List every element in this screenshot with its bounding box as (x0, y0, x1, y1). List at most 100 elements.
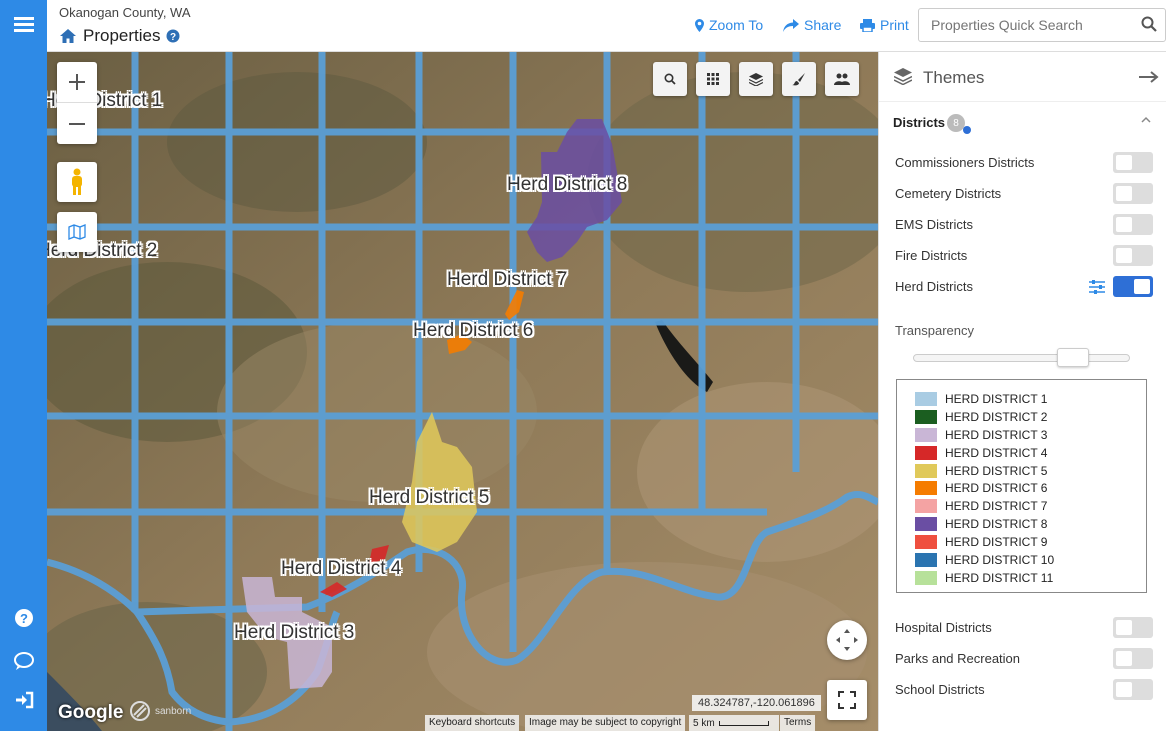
legend-label: HERD DISTRICT 8 (945, 517, 1048, 532)
sanborn-text: sanborn (155, 705, 192, 717)
street-view-pegman-button[interactable] (57, 162, 97, 202)
layer-label: Hospital Districts (895, 620, 992, 635)
legend-swatch (915, 463, 937, 478)
satellite-imagery (47, 52, 878, 731)
hamburger-menu-icon[interactable] (0, 5, 47, 43)
themes-title: Themes (923, 68, 985, 87)
zoom-out-button[interactable] (57, 103, 97, 144)
pan-control[interactable] (827, 620, 867, 660)
layer-row-commissioners-districts: Commissioners Districts (895, 152, 1157, 174)
herd-districts-legend: HERD DISTRICT 1 HERD DISTRICT 2 HERD DISTR… (896, 379, 1147, 593)
themes-header: Themes (879, 52, 1166, 102)
draw-button[interactable] (782, 62, 816, 96)
chat-icon[interactable] (0, 642, 47, 680)
active-indicator-dot (963, 126, 971, 134)
layer-toggle[interactable] (1113, 183, 1153, 204)
legend-item: HERD DISTRICT 7 (915, 497, 1146, 515)
legend-swatch (915, 445, 937, 460)
layer-toggle[interactable] (1113, 276, 1153, 297)
legend-label: HERD DISTRICT 5 (945, 463, 1048, 478)
legend-label: HERD DISTRICT 7 (945, 499, 1048, 514)
county-name: Okanogan County, WA (59, 5, 191, 20)
zoom-to-label: Zoom To (709, 17, 764, 33)
help-circle-icon[interactable]: ? (166, 29, 180, 43)
legend-item: HERD DISTRICT 9 (915, 533, 1146, 551)
terms-link[interactable]: Terms (780, 715, 816, 731)
chevron-up-icon[interactable] (1141, 116, 1151, 123)
grid-tools-button[interactable] (696, 62, 730, 96)
share-label: Share (804, 17, 842, 33)
layer-label: Fire Districts (895, 248, 968, 263)
district-6-label: Herd District 6 (413, 320, 534, 341)
transparency-slider-track[interactable] (913, 354, 1130, 362)
grid-icon (707, 73, 719, 85)
toggle-knob (1116, 620, 1132, 635)
search-icon (664, 73, 676, 85)
sign-in-icon[interactable] (0, 681, 47, 719)
layer-toggle[interactable] (1113, 617, 1153, 638)
legend-item: HERD DISTRICT 8 (915, 515, 1146, 533)
zoom-in-button[interactable] (57, 62, 97, 103)
layers-icon (749, 72, 763, 86)
map-view[interactable]: Herd District 1 Herd District 2 Herd Dis… (47, 52, 878, 731)
map-type-button[interactable] (57, 212, 97, 252)
minus-icon (69, 122, 85, 125)
legend-item: HERD DISTRICT 5 (915, 462, 1146, 480)
toggle-knob (1116, 248, 1132, 263)
svg-text:?: ? (20, 611, 28, 626)
legend-label: HERD DISTRICT 4 (945, 445, 1048, 460)
legend-swatch (915, 570, 937, 585)
toggle-knob (1116, 651, 1132, 666)
layer-toggle[interactable] (1113, 648, 1153, 669)
toggle-knob (1116, 682, 1132, 697)
print-icon (860, 18, 875, 32)
layer-toggle[interactable] (1113, 679, 1153, 700)
properties-search-input[interactable] (918, 8, 1166, 42)
print-label: Print (880, 17, 909, 33)
coordinate-readout: 48.324787,-120.061896 (692, 695, 821, 711)
zoom-to-link[interactable]: Zoom To (695, 17, 763, 33)
transparency-slider-handle[interactable] (1057, 348, 1090, 367)
search-icon[interactable] (1141, 16, 1157, 32)
legend-item: HERD DISTRICT 3 (915, 426, 1146, 444)
layer-settings-sliders-icon[interactable] (1089, 280, 1105, 294)
help-icon[interactable]: ? (0, 599, 47, 637)
legend-item: HERD DISTRICT 4 (915, 444, 1146, 462)
layer-label: Commissioners Districts (895, 155, 1035, 170)
share-link[interactable]: Share (783, 17, 841, 33)
plus-icon (69, 74, 85, 90)
legend-swatch (915, 391, 937, 406)
legend-item: HERD DISTRICT 11 (915, 569, 1146, 587)
layer-label: Cemetery Districts (895, 186, 1002, 201)
district-5-label: Herd District 5 (369, 487, 490, 508)
layers-button[interactable] (739, 62, 773, 96)
map-search-button[interactable] (653, 62, 687, 96)
scale-bar: 5 km (689, 715, 779, 731)
scale-label: 5 km (693, 717, 715, 729)
scale-line (718, 720, 769, 726)
layer-toggle[interactable] (1113, 214, 1153, 235)
layer-toggle[interactable] (1113, 245, 1153, 266)
layer-row-herd-districts: Herd Districts (895, 276, 1157, 298)
layer-row-school-districts: School Districts (895, 679, 1157, 701)
keyboard-shortcuts-link[interactable]: Keyboard shortcuts (425, 715, 520, 731)
themes-panel: Themes Districts 8 Commissioners Distric… (878, 52, 1166, 731)
pegman-icon (72, 168, 82, 195)
fullscreen-button[interactable] (827, 680, 867, 720)
users-button[interactable] (825, 62, 859, 96)
toggle-knob (1134, 279, 1150, 294)
paintbrush-icon (792, 73, 805, 86)
toggle-knob (1116, 217, 1132, 232)
legend-swatch (915, 427, 937, 442)
layer-toggle[interactable] (1113, 152, 1153, 173)
district-8-label: Herd District 8 (507, 174, 628, 195)
districts-section-title[interactable]: Districts (893, 115, 945, 130)
collapse-arrow-icon[interactable] (1139, 71, 1159, 83)
district-3-label: Herd District 3 (234, 622, 355, 643)
transparency-label: Transparency (895, 323, 974, 338)
legend-swatch (915, 517, 937, 532)
left-rail: ? (0, 0, 47, 731)
home-icon[interactable] (59, 28, 77, 44)
print-link[interactable]: Print (860, 17, 909, 33)
sanborn-icon (130, 701, 150, 721)
